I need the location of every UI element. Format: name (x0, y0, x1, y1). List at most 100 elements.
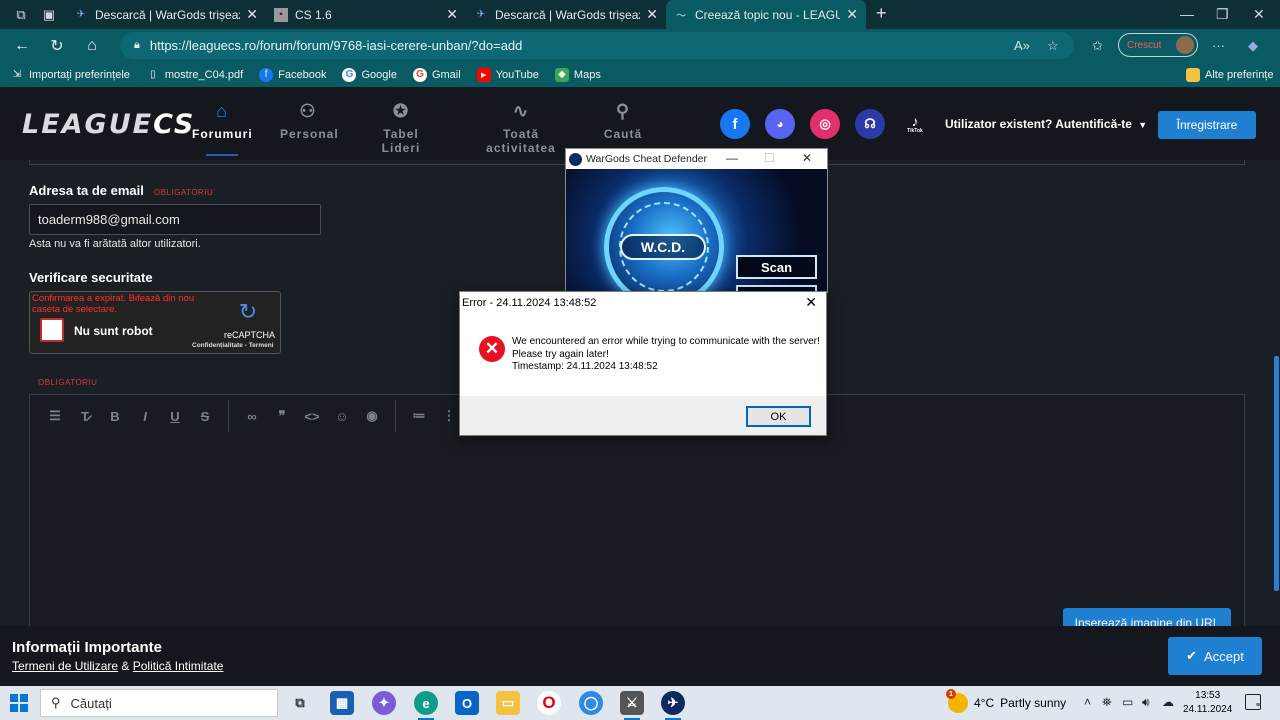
other-favorites[interactable]: Alte preferințe (1186, 67, 1273, 82)
tiktok-icon[interactable]: ♪ TikTok (900, 109, 930, 139)
new-tab-button[interactable]: + (876, 3, 887, 24)
email-field[interactable]: toaderm988@gmail.com (29, 204, 321, 235)
sync-icon[interactable]: ☁ (1162, 695, 1174, 709)
captcha-checkbox[interactable] (40, 318, 64, 342)
register-button[interactable]: Înregistrare (1158, 111, 1256, 139)
outlook-icon[interactable]: O (455, 691, 479, 715)
bold-icon[interactable]: B (100, 409, 130, 424)
taskbar-search[interactable]: ⚲ Căutați (40, 689, 278, 717)
facebook-icon[interactable]: f (720, 109, 750, 139)
taskbar-clock[interactable]: 13:53 24.11.2024 (1183, 689, 1232, 717)
wargods-icon: ✈ (76, 9, 86, 20)
volume-icon[interactable]: 🔊︎ (1142, 695, 1150, 710)
emoji-icon[interactable]: ☺ (327, 409, 357, 424)
google-icon: G (342, 67, 357, 82)
windows-start-icon[interactable] (10, 694, 28, 712)
terms-link[interactable]: Termeni de Utilizare (12, 659, 118, 673)
tiktok-label: TikTok (907, 127, 923, 134)
clear-format-icon[interactable]: T̷ (70, 409, 100, 424)
favorite-facebook[interactable]: f Facebook (259, 67, 326, 82)
chevron-up-icon[interactable]: ˄ (1084, 695, 1091, 709)
refresh-icon[interactable]: ↻ (44, 33, 70, 59)
read-aloud-icon[interactable]: A» (1014, 38, 1030, 53)
teamspeak-icon[interactable]: ☊ (855, 109, 885, 139)
tab-actions-icon[interactable]: ▣ (38, 4, 60, 26)
nav-forumuri[interactable]: ⌂ Forumuri (192, 101, 252, 156)
file-explorer-icon[interactable]: ▭ (496, 691, 520, 715)
more-menu-icon[interactable]: ··· (1212, 38, 1225, 53)
favorite-import[interactable]: ⇲ Importați preferințele (10, 68, 130, 82)
close-tab-icon[interactable]: ✕ (846, 6, 858, 23)
favorite-google[interactable]: G Google (342, 67, 397, 82)
maximize-icon[interactable]: ❐ (1216, 6, 1229, 23)
task-view-icon[interactable]: ⧉ (288, 691, 312, 715)
avatar (1176, 36, 1194, 54)
notification-icon[interactable]: ≡ (1245, 694, 1261, 710)
copilot-icon[interactable]: ✦ (372, 691, 396, 715)
edge-icon[interactable]: e (414, 691, 438, 720)
favorite-gmail[interactable]: G Gmail (412, 67, 461, 82)
favorites-icon[interactable]: ✩ (1092, 38, 1103, 54)
battery-icon[interactable]: ▭ (1122, 695, 1133, 709)
minimize-icon[interactable]: — (726, 151, 738, 165)
close-window-icon[interactable]: ✕ (1253, 6, 1265, 23)
back-arrow-icon[interactable]: ← (9, 33, 35, 59)
cs-icon[interactable]: ⚔ (620, 691, 644, 720)
favorite-maps[interactable]: ◆ Maps (554, 67, 601, 82)
nav-tabel-lideri[interactable]: ✪ Tabel Lideri (364, 101, 438, 155)
captcha-privacy-link[interactable]: Confidențialitate - Termeni (192, 342, 274, 349)
code-icon[interactable]: <> (297, 409, 327, 424)
bullet-list-icon[interactable]: ≔ (404, 408, 434, 424)
nav-activitate[interactable]: ∿ Toată activitatea (466, 101, 576, 155)
quote-icon[interactable]: ❞ (267, 408, 297, 424)
spoiler-icon[interactable]: ◉ (357, 408, 387, 424)
close-window-icon[interactable]: ✕ (802, 151, 812, 165)
wargods-icon[interactable]: ✈ (661, 691, 685, 720)
privacy-link[interactable]: Politică Intimitate (133, 659, 224, 673)
favorite-pdf[interactable]: ▯ mostre_C04.pdf (146, 68, 243, 82)
menu-icon[interactable]: ☰ (40, 408, 70, 424)
favorite-youtube[interactable]: ▶ YouTube (476, 67, 539, 82)
login-link[interactable]: Utilizator existent? Autentifică-te ▼ (945, 117, 1147, 131)
ok-button[interactable]: OK (746, 406, 811, 427)
tab-leaguecs[interactable]: 〜 Creează topic nou - LEAGUECS RO ✕ (666, 0, 866, 29)
minimize-icon[interactable]: — (1180, 6, 1194, 22)
url-input[interactable]: 🔒︎ https://leaguecs.ro/forum/forum/9768-… (120, 32, 1074, 59)
nav-cauta[interactable]: ⚲ Caută (603, 101, 643, 141)
scrollbar-thumb[interactable] (1274, 356, 1279, 591)
opera-icon[interactable]: O (537, 691, 561, 715)
tab-wargods-1[interactable]: ✈ Descarcă | WarGods trișează apăr ✕ (66, 0, 266, 29)
store-icon[interactable]: ▦ (330, 691, 354, 715)
import-icon: ⇲ (12, 69, 22, 80)
link-icon[interactable]: ∞ (237, 409, 267, 424)
strike-icon[interactable]: S (190, 409, 220, 424)
error-icon: ✕ (479, 336, 505, 362)
nav-personal[interactable]: ⚇ Personal (280, 101, 338, 141)
close-dialog-icon[interactable]: ✕ (805, 294, 817, 311)
tab-cs16[interactable]: ▪ CS 1.6 ✕ (266, 0, 466, 29)
weather-widget[interactable]: 1 4°C Partly sunny (946, 689, 1066, 713)
dialog-footer: OK (460, 396, 826, 435)
workspaces-icon[interactable]: ⧉ (10, 4, 32, 26)
home-icon[interactable]: ⌂ (79, 33, 105, 59)
chat-icon[interactable]: ◯ (579, 691, 603, 715)
network-icon[interactable]: ⛯ (1102, 695, 1112, 710)
italic-icon[interactable]: I (130, 409, 160, 424)
nav-label: Toată activitatea (486, 127, 556, 155)
close-tab-icon[interactable]: ✕ (246, 6, 258, 23)
insert-image-url-button[interactable]: Inserează imagine din URL (1063, 608, 1231, 626)
favorite-star-icon[interactable]: ☆ (1047, 38, 1059, 54)
tab-wargods-2[interactable]: ✈ Descarcă | WarGods trișează apăr ✕ (466, 0, 666, 29)
instagram-icon[interactable]: ◎ (810, 109, 840, 139)
copilot-icon[interactable]: ◆ (1248, 38, 1258, 54)
underline-icon[interactable]: U (160, 409, 190, 424)
scan-button[interactable]: Scan (736, 255, 817, 279)
page-scrollbar[interactable] (1272, 160, 1280, 626)
profile-button[interactable]: Crescut (1118, 33, 1198, 57)
close-tab-icon[interactable]: ✕ (446, 6, 458, 23)
discord-icon[interactable]: ◕ (765, 109, 795, 139)
close-tab-icon[interactable]: ✕ (646, 6, 658, 23)
accept-button[interactable]: ✔ Accept (1168, 637, 1262, 675)
site-logo[interactable]: LEAGUECS (22, 109, 195, 140)
captcha-error: Confirmarea a expirat. Bifează din nou c… (32, 293, 195, 315)
